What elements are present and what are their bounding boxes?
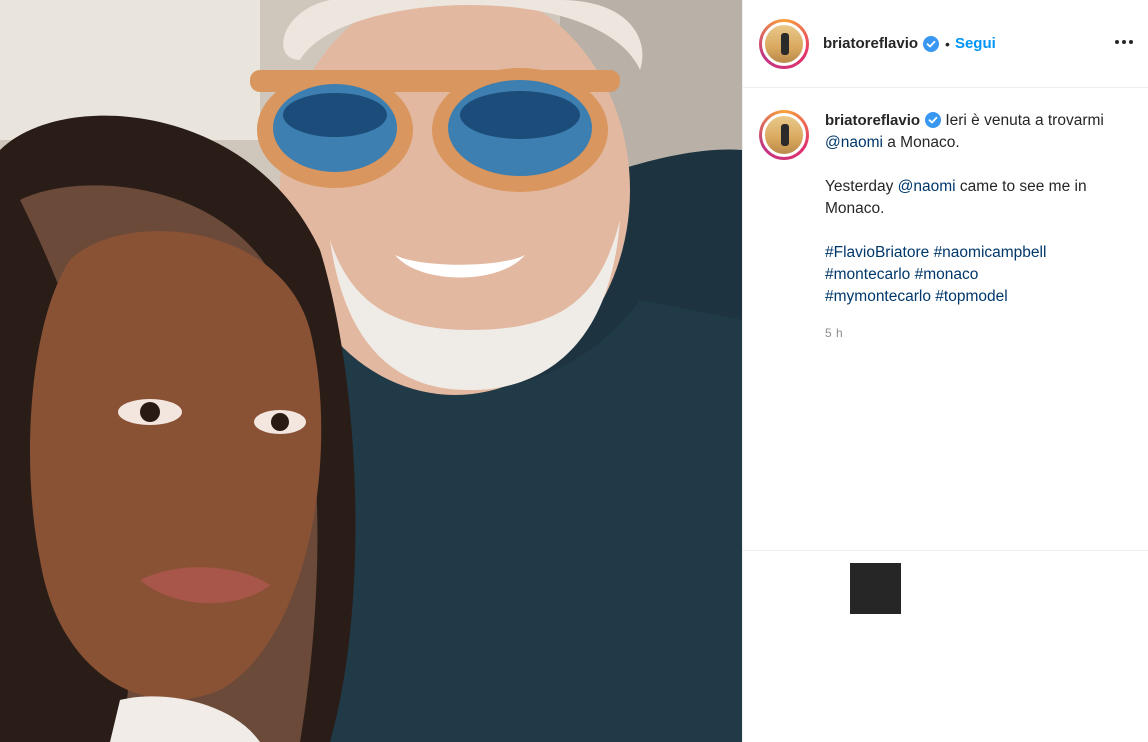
hashtag-link[interactable]: #mymontecarlo (825, 288, 931, 305)
post-header: briatoreflavio • Segui (743, 0, 1148, 88)
mention-link[interactable]: @naomi (898, 178, 956, 195)
post-timestamp[interactable]: 5 h (825, 322, 1132, 344)
mention-link[interactable]: @naomi (825, 134, 883, 151)
verified-badge-icon (923, 35, 940, 52)
hashtag-link[interactable]: #FlavioBriatore (825, 244, 929, 261)
caption-text-2: Yesterday (825, 178, 898, 195)
loading-placeholder (850, 563, 901, 614)
photo-illustration (0, 0, 742, 742)
avatar[interactable] (762, 21, 806, 66)
caption-username[interactable]: briatoreflavio (825, 112, 920, 129)
caption: briatoreflavio Ieri è venuta a trovarmi … (743, 88, 1148, 344)
caption-avatar-ring[interactable] (759, 110, 809, 160)
more-options-icon[interactable] (1112, 30, 1136, 54)
separator-dot: • (945, 35, 950, 52)
hashtag-link[interactable]: #monaco (915, 266, 979, 283)
avatar-ring[interactable] (759, 18, 809, 69)
hashtag-link[interactable]: #montecarlo (825, 266, 910, 283)
hashtags: #FlavioBriatore #naomicampbell #montecar… (825, 242, 1132, 308)
caption-text-1-end: a Monaco. (882, 134, 960, 151)
post-viewer: briatoreflavio • Segui briatoreflavio Ie… (0, 0, 1148, 742)
hashtag-link[interactable]: #topmodel (935, 288, 1007, 305)
header-username[interactable]: briatoreflavio (823, 35, 918, 52)
caption-body: briatoreflavio Ieri è venuta a trovarmi … (825, 110, 1132, 344)
verified-badge-icon (925, 112, 942, 128)
divider (743, 550, 1148, 551)
caption-avatar[interactable] (762, 113, 806, 157)
caption-text-1: Ieri è venuta a trovarmi (945, 112, 1104, 129)
post-sidebar: briatoreflavio • Segui briatoreflavio Ie… (742, 0, 1148, 742)
post-photo[interactable] (0, 0, 742, 742)
hashtag-link[interactable]: #naomicampbell (934, 244, 1047, 261)
follow-button[interactable]: Segui (955, 35, 996, 52)
